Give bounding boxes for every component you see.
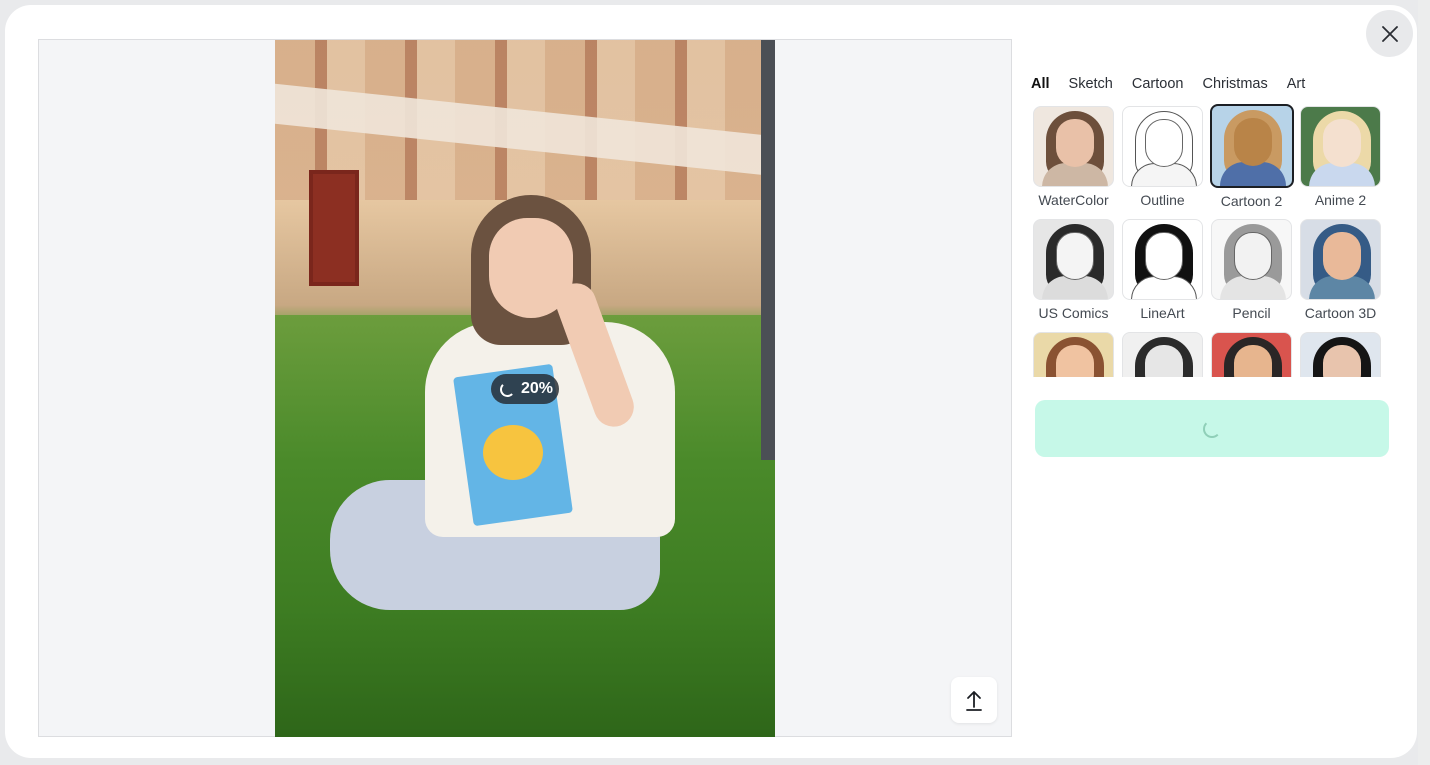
style-thumbnail	[1033, 219, 1114, 300]
style-card-us-comics[interactable]: US Comics	[1033, 214, 1114, 327]
style-card-anime-2[interactable]: Anime 2	[1300, 101, 1381, 214]
thumbnail-face	[1056, 345, 1094, 377]
style-gallery[interactable]: WaterColor Outline Cartoon 2 Anime 2 US Comi…	[1033, 101, 1393, 377]
tab-sketch[interactable]: Sketch	[1069, 76, 1113, 92]
photo-door	[309, 170, 359, 286]
style-card-style-9[interactable]	[1033, 327, 1114, 377]
style-label: US Comics	[1038, 305, 1109, 321]
style-thumbnail	[1300, 219, 1381, 300]
uploaded-photo: 20%	[275, 40, 775, 737]
style-thumbnail	[1211, 219, 1292, 300]
upload-icon	[966, 691, 982, 711]
style-label: Cartoon 3D	[1304, 305, 1377, 321]
style-card-cartoon-3d[interactable]: Cartoon 3D	[1300, 214, 1381, 327]
progress-percent: 20%	[521, 380, 554, 397]
thumbnail-face	[1056, 232, 1094, 280]
thumbnail-face	[1323, 119, 1361, 167]
tab-christmas[interactable]: Christmas	[1202, 76, 1267, 92]
thumbnail-face	[1145, 345, 1183, 377]
style-label: WaterColor	[1038, 192, 1109, 208]
style-thumbnail	[1209, 104, 1294, 188]
progress-indicator: 20%	[491, 374, 559, 404]
photo-tree	[761, 40, 775, 460]
spinner-icon	[500, 381, 515, 397]
thumbnail-face	[1233, 118, 1272, 166]
thumbnail-face	[1234, 232, 1272, 280]
thumbnail-face	[1056, 119, 1094, 167]
tab-all[interactable]: All	[1031, 76, 1050, 92]
style-card-cartoon-2[interactable]: Cartoon 2	[1209, 101, 1294, 214]
close-icon	[1381, 25, 1398, 42]
generate-button[interactable]	[1035, 400, 1389, 457]
tab-cartoon[interactable]: Cartoon	[1132, 76, 1184, 92]
style-thumbnail	[1122, 106, 1203, 187]
thumbnail-face	[1145, 232, 1183, 280]
style-card-lineart[interactable]: LineArt	[1122, 214, 1203, 327]
style-label: Outline	[1140, 192, 1185, 208]
close-button[interactable]	[1366, 10, 1413, 57]
photo-book-chick	[483, 425, 543, 480]
style-thumbnail	[1122, 219, 1203, 300]
style-card-watercolor[interactable]: WaterColor	[1033, 101, 1114, 214]
style-card-outline[interactable]: Outline	[1122, 101, 1203, 214]
style-thumbnail	[1033, 106, 1114, 187]
style-thumbnail	[1300, 332, 1381, 377]
style-grid: WaterColor Outline Cartoon 2 Anime 2 US Comi…	[1033, 101, 1393, 377]
style-label: Anime 2	[1314, 192, 1367, 208]
style-card-style-11[interactable]	[1211, 327, 1292, 377]
thumbnail-face	[1234, 345, 1272, 377]
image-canvas: 20%	[38, 39, 1012, 737]
style-thumbnail	[1033, 332, 1114, 377]
style-label: Pencil	[1232, 305, 1271, 321]
style-thumbnail	[1211, 332, 1292, 377]
page-scrollbar[interactable]	[1418, 0, 1430, 765]
loading-spinner-icon	[1203, 419, 1221, 438]
tab-art[interactable]: Art	[1287, 76, 1306, 92]
style-thumbnail	[1122, 332, 1203, 377]
thumbnail-face	[1323, 345, 1361, 377]
style-category-tabs: All Sketch Cartoon Christmas Art	[1031, 76, 1324, 92]
thumbnail-face	[1323, 232, 1361, 280]
upload-button[interactable]	[951, 677, 997, 723]
style-card-style-10[interactable]	[1122, 327, 1203, 377]
style-label: Cartoon 2	[1220, 193, 1283, 209]
thumbnail-face	[1145, 119, 1183, 167]
style-thumbnail	[1300, 106, 1381, 187]
style-label: LineArt	[1140, 305, 1185, 321]
style-card-pencil[interactable]: Pencil	[1211, 214, 1292, 327]
style-card-style-12[interactable]	[1300, 327, 1381, 377]
